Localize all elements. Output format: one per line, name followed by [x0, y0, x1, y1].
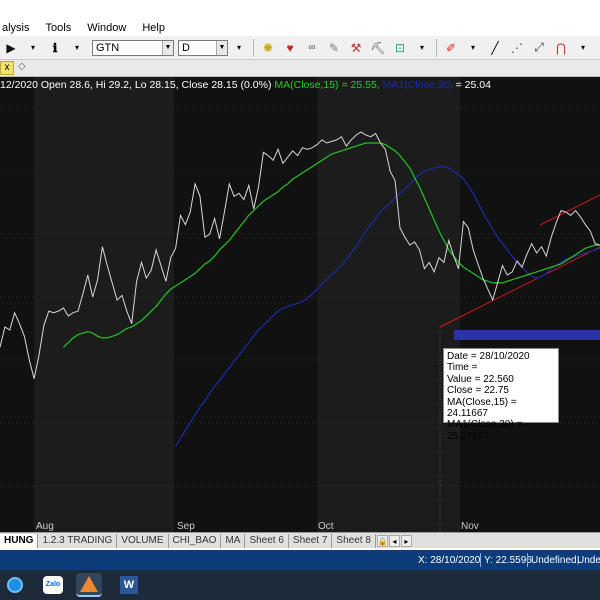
amibroker-icon — [80, 576, 98, 592]
glasses-icon[interactable]: ∞ — [303, 39, 321, 57]
ma30-label: MA1(Close,30) — [382, 79, 453, 91]
month-label-aug: Aug — [36, 521, 54, 532]
tooltip-date: Date = 28/10/2020 — [447, 351, 530, 362]
zalo-app-icon[interactable]: Zalo — [40, 573, 66, 597]
ma15-readout: MA(Close,15) = 25.55, — [274, 79, 380, 91]
pen-color-icon[interactable]: ✐ — [442, 39, 460, 57]
trend-tool-icon[interactable]: ⤢ — [530, 39, 548, 57]
menu-window[interactable]: Window — [85, 22, 128, 36]
sheet-tab[interactable]: Sheet 8 — [332, 533, 376, 548]
chevron-down-icon[interactable]: ▼ — [216, 40, 227, 55]
word-icon: W — [120, 576, 138, 594]
sun-icon[interactable]: ✺ — [259, 39, 277, 57]
data-tooltip: Date = 28/10/2020 Time = Value = 22.560 … — [443, 348, 559, 442]
toolbar: ▶ ▾ ℹ ▾ GTN ▼ D ▼ ▾ ✺ ♥ ∞ ✎ ⚒ ⛏ ⊡ ▾ ✐ ▾ … — [0, 36, 600, 60]
chart-canvas[interactable]: Aug Sep Oct Nov — [0, 77, 600, 532]
toolbar-separator — [436, 38, 437, 57]
ohlc-readout: 12/2020 Open 28.6, Hi 29.2, Lo 28.15, Cl… — [0, 79, 272, 91]
hammer-icon[interactable]: ⚒ — [347, 39, 365, 57]
sheet-tab[interactable]: Sheet 7 — [289, 533, 333, 548]
dropdown-icon[interactable]: ▾ — [464, 39, 482, 57]
status-x: X: 28/10/2020 — [418, 555, 481, 566]
support-band[interactable] — [454, 330, 600, 340]
dropdown-icon[interactable]: ▾ — [413, 39, 431, 57]
menu-tools[interactable]: Tools — [44, 22, 74, 36]
status-bar: X: 28/10/2020 Y: 22.5596 Undefined, Unde… — [0, 550, 600, 570]
interval-value: D — [182, 41, 190, 54]
chart-header: 12/2020 Open 28.6, Hi 29.2, Lo 28.15, Cl… — [0, 79, 491, 91]
sheet-tab[interactable]: VOLUME — [117, 533, 169, 548]
tooltip-ma30: MA1(Close,30) = 25.27167 — [447, 419, 523, 442]
line-tool-icon[interactable]: ╱ — [486, 39, 504, 57]
month-label-oct: Oct — [318, 521, 334, 532]
dropdown-icon[interactable]: ▾ — [574, 39, 592, 57]
month-shade-oct — [317, 77, 460, 532]
toolbar-separator — [253, 38, 254, 57]
sheet-tab[interactable]: CHI_BAO — [169, 533, 222, 548]
ray-tool-icon[interactable]: ⋰ — [508, 39, 526, 57]
symbol-value: GTN — [96, 41, 120, 54]
lock-icon[interactable]: 🔒 — [376, 534, 388, 547]
ma30-readout: = 25.04 — [455, 79, 491, 91]
chevron-down-icon[interactable]: ▼ — [162, 40, 173, 55]
word-app-icon[interactable]: W — [116, 573, 142, 597]
sheet-tabs: HUNG 1.2.3 TRADING VOLUME CHI_BAO MA She… — [0, 532, 600, 548]
status-mode1: Undefined, — [531, 555, 580, 566]
next-sheet-icon[interactable]: ▸ — [400, 534, 412, 547]
tooltip-close: Close = 22.75 — [447, 385, 509, 397]
symbol-combo[interactable]: GTN ▼ — [92, 39, 174, 56]
sheet-tab-active[interactable]: HUNG — [0, 533, 39, 548]
month-label-nov: Nov — [461, 521, 479, 532]
taskbar: Zalo W — [0, 570, 600, 600]
document-tabstrip: x ◇ — [0, 60, 600, 77]
dropdown-icon[interactable]: ▾ — [230, 39, 248, 57]
play-icon[interactable]: ▶ — [2, 39, 20, 57]
heart-icon[interactable]: ♥ — [281, 39, 299, 57]
menu-bar: alysis Tools Window Help — [0, 22, 167, 36]
status-mode2: Undef — [577, 555, 600, 566]
sheet-tab[interactable]: 1.2.3 TRADING — [38, 533, 118, 548]
info-icon[interactable]: ℹ — [46, 39, 64, 57]
status-divider — [527, 553, 528, 567]
export-icon[interactable]: ⊡ — [391, 39, 409, 57]
interval-combo[interactable]: D ▼ — [178, 39, 228, 56]
month-label-sep: Sep — [177, 521, 195, 532]
magnet-icon[interactable]: ⋂ — [552, 39, 570, 57]
tooltip-time: Time = — [447, 362, 478, 374]
menu-analysis[interactable]: alysis — [0, 22, 32, 36]
sheet-tab[interactable]: Sheet 6 — [245, 533, 289, 548]
sheet-tab[interactable]: MA — [221, 533, 246, 548]
close-icon[interactable]: x — [0, 61, 14, 75]
status-divider — [480, 553, 481, 567]
amibroker-app-icon[interactable] — [76, 573, 102, 597]
month-shade-aug — [34, 77, 174, 532]
pin-icon[interactable]: ◇ — [18, 61, 26, 72]
ruler-icon[interactable]: ✎ — [325, 39, 343, 57]
status-y: Y: 22.5596 — [484, 555, 532, 566]
tooltip-value: Value = 22.560 — [447, 373, 514, 385]
title-area — [0, 0, 600, 18]
browser-icon — [7, 577, 23, 593]
tooltip-ma15: MA(Close,15) = 24.11667 — [447, 396, 517, 420]
pickaxe-icon[interactable]: ⛏ — [369, 39, 387, 57]
browser-app-icon[interactable] — [2, 573, 28, 597]
price-chart[interactable]: Aug Sep Oct Nov 12/2020 Open 28.6, Hi 29… — [0, 77, 600, 532]
zalo-icon: Zalo — [43, 576, 63, 594]
dropdown-icon[interactable]: ▾ — [24, 39, 42, 57]
prev-sheet-icon[interactable]: ◂ — [388, 534, 400, 547]
menu-help[interactable]: Help — [140, 22, 167, 36]
dropdown-icon[interactable]: ▾ — [68, 39, 86, 57]
